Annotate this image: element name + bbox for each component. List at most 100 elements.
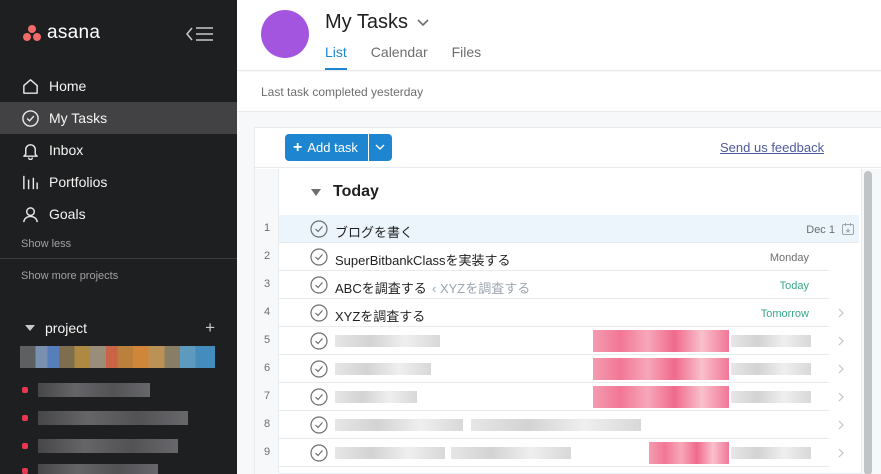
complete-task-checkbox[interactable] — [310, 416, 328, 434]
page-title-text: My Tasks — [325, 11, 408, 33]
task-row-content[interactable] — [279, 439, 829, 467]
add-task-label: Add task — [307, 140, 358, 155]
task-row[interactable]: 1 ブログを書く Dec 1 — [255, 215, 859, 243]
add-project-icon[interactable]: + — [205, 318, 215, 338]
complete-task-checkbox[interactable] — [310, 360, 328, 378]
task-toolbar: + Add task Send us feedback — [255, 128, 881, 168]
task-row-content[interactable] — [279, 355, 829, 383]
sidebar-item-label: My Tasks — [49, 110, 108, 126]
task-row[interactable]: 6 — [255, 355, 859, 383]
task-row[interactable]: 9 — [255, 439, 859, 467]
complete-task-checkbox[interactable] — [310, 248, 328, 266]
task-row[interactable]: 2 SuperBitbankClassを実装する Monday — [255, 243, 859, 271]
scrollbar-thumb[interactable] — [864, 171, 872, 474]
status-bar: Last task completed yesterday — [237, 72, 881, 112]
complete-task-checkbox[interactable] — [310, 332, 328, 350]
task-row[interactable]: 8 — [255, 411, 859, 439]
person-icon — [23, 206, 38, 222]
bar-chart-icon — [23, 175, 38, 189]
blurred-project-name — [38, 464, 158, 474]
blurred-project-name — [38, 411, 188, 425]
row-number: 3 — [263, 278, 271, 290]
sidebar-item-inbox[interactable]: Inbox — [0, 134, 237, 166]
collapse-triangle-icon[interactable] — [311, 188, 321, 196]
task-due-date[interactable]: Today — [780, 280, 809, 292]
blurred-due-date — [731, 447, 811, 459]
task-name[interactable]: ABCを調査する — [335, 278, 427, 297]
task-row-content[interactable] — [279, 327, 829, 355]
task-row[interactable]: 7 — [255, 383, 859, 411]
sidebar-item-my-tasks[interactable]: My Tasks — [0, 102, 237, 134]
complete-task-checkbox[interactable] — [310, 388, 328, 406]
collapse-sidebar-icon[interactable] — [186, 25, 214, 43]
sidebar-nav: Home My Tasks Inbox Portfolios Goals — [0, 70, 237, 230]
page-header: My Tasks List Calendar Files — [237, 0, 881, 71]
chevron-right-icon[interactable] — [837, 307, 845, 319]
parent-task-link[interactable]: ‹ XYZを調査する — [432, 278, 530, 297]
add-task-button[interactable]: + Add task — [285, 134, 368, 161]
task-due-date[interactable]: Monday — [770, 252, 809, 264]
project-section-header[interactable]: project + — [25, 318, 215, 338]
task-row[interactable]: 3 ABCを調査する ‹ XYZを調査する Today — [255, 271, 859, 299]
task-due-date[interactable]: Dec 1 — [806, 224, 835, 236]
row-number: 8 — [263, 418, 271, 430]
tab-files[interactable]: Files — [452, 44, 482, 70]
plus-icon: + — [293, 138, 303, 156]
tab-list[interactable]: List — [325, 44, 347, 70]
task-name[interactable]: ブログを書く — [335, 222, 413, 241]
show-more-projects-link[interactable]: Show more projects — [21, 270, 118, 282]
blurred-members — [20, 346, 215, 368]
add-task-dropdown-button[interactable] — [368, 134, 392, 161]
blurred-project-tag — [593, 386, 729, 408]
task-row-content[interactable]: SuperBitbankClassを実装する Monday — [279, 243, 829, 271]
chevron-right-icon[interactable] — [837, 447, 845, 459]
project-color-dot — [22, 443, 28, 449]
send-feedback-link[interactable]: Send us feedback — [720, 140, 824, 155]
complete-task-checkbox[interactable] — [310, 276, 328, 294]
project-item[interactable] — [22, 383, 150, 397]
section-header-today[interactable]: Today — [311, 183, 379, 201]
blurred-project-name — [38, 383, 150, 397]
avatar[interactable] — [261, 10, 309, 58]
view-tabs: List Calendar Files — [325, 44, 481, 70]
project-item[interactable] — [22, 464, 158, 474]
blurred-task-name — [335, 419, 463, 431]
show-less-link[interactable]: Show less — [21, 238, 71, 250]
blurred-project-tag — [593, 358, 729, 380]
task-name[interactable]: XYZを調査する — [335, 306, 425, 325]
task-row-content[interactable]: ABCを調査する ‹ XYZを調査する Today — [279, 271, 829, 299]
project-item[interactable] — [22, 411, 188, 425]
blurred-task-name — [335, 447, 445, 459]
page-title[interactable]: My Tasks — [325, 11, 430, 34]
sidebar-item-home[interactable]: Home — [0, 70, 237, 102]
task-row-content[interactable]: ブログを書く Dec 1 — [279, 215, 859, 243]
calendar-icon[interactable] — [841, 222, 855, 236]
task-row-content[interactable] — [279, 411, 829, 439]
chevron-right-icon[interactable] — [837, 391, 845, 403]
chevron-down-icon[interactable] — [416, 18, 430, 28]
project-item[interactable] — [22, 439, 178, 453]
tab-calendar[interactable]: Calendar — [371, 44, 428, 70]
task-due-date[interactable]: Tomorrow — [761, 308, 809, 320]
chevron-right-icon[interactable] — [837, 363, 845, 375]
sidebar-item-portfolios[interactable]: Portfolios — [0, 166, 237, 198]
task-name[interactable]: SuperBitbankClassを実装する — [335, 250, 511, 269]
task-list-panel: + Add task Send us feedback Today 1 ブログを… — [254, 127, 881, 474]
complete-task-checkbox[interactable] — [310, 444, 328, 462]
collapse-triangle-icon[interactable] — [25, 325, 35, 331]
task-row-content[interactable]: XYZを調査する Tomorrow — [279, 299, 829, 327]
asana-logo[interactable]: asana — [23, 22, 100, 44]
status-text: Last task completed yesterday — [261, 85, 424, 99]
sidebar-item-label: Inbox — [49, 142, 84, 158]
task-row[interactable]: 4 XYZを調査する Tomorrow — [255, 299, 859, 327]
task-row[interactable]: 5 — [255, 327, 859, 355]
chevron-down-icon — [375, 144, 385, 151]
project-color-dot — [22, 468, 28, 474]
complete-task-checkbox[interactable] — [310, 220, 328, 238]
task-row-content[interactable] — [279, 383, 829, 411]
chevron-right-icon[interactable] — [837, 419, 845, 431]
complete-task-checkbox[interactable] — [310, 304, 328, 322]
sidebar-item-goals[interactable]: Goals — [0, 198, 237, 230]
chevron-right-icon[interactable] — [837, 335, 845, 347]
row-number: 7 — [263, 390, 271, 402]
